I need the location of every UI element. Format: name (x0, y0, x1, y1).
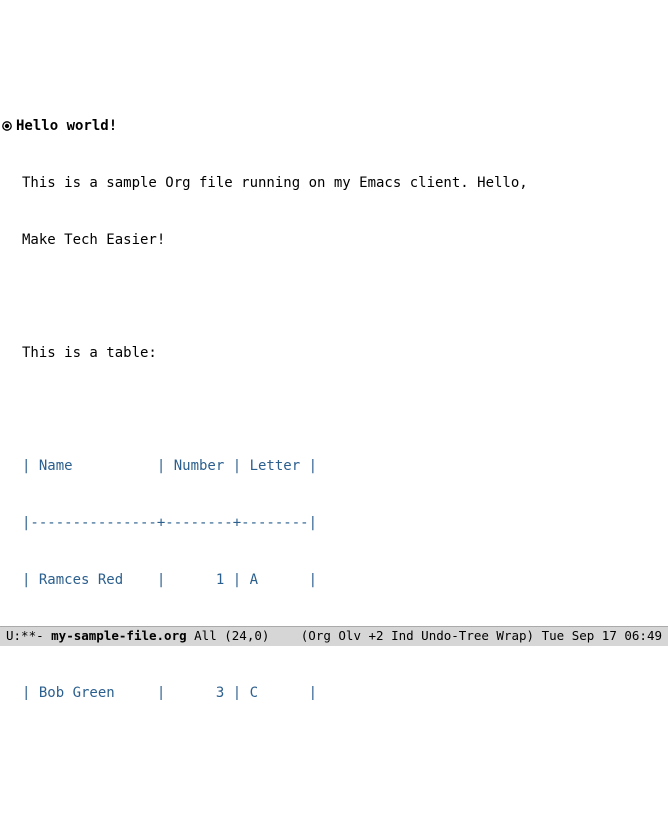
paragraph-text: This is a sample Org file running on my … (22, 174, 666, 193)
heading-1-title: Hello world! (16, 118, 117, 134)
modeline-datetime: Tue Sep 17 06:49 (534, 628, 662, 643)
org-table-row: | Bob Green | 3 | C | (22, 684, 666, 700)
paragraph-text: Make Tech Easier! (22, 231, 666, 250)
org-table-row: | Ramces Red | 1 | A | (22, 571, 666, 590)
modeline-modified-indicator: U:**- (6, 628, 51, 643)
org-table-row: | Name | Number | Letter | (22, 457, 666, 476)
bullet-filled-icon (2, 117, 12, 136)
heading-1: Hello world! (2, 117, 666, 136)
modeline-modes: (Org Olv +2 Ind Undo-Tree Wrap) (301, 628, 534, 643)
org-table-divider: |---------------+--------+--------| (22, 514, 666, 533)
mode-line: U:**- my-sample-file.org All (24,0) (Org… (0, 626, 668, 646)
blank-line (22, 287, 666, 306)
modeline-position: All (24,0) (187, 628, 270, 643)
editor-buffer[interactable]: Hello world! This is a sample Org file r… (0, 76, 668, 700)
paragraph-text: This is a table: (22, 344, 666, 363)
modeline-filename: my-sample-file.org (51, 628, 186, 643)
blank-line (22, 401, 666, 420)
